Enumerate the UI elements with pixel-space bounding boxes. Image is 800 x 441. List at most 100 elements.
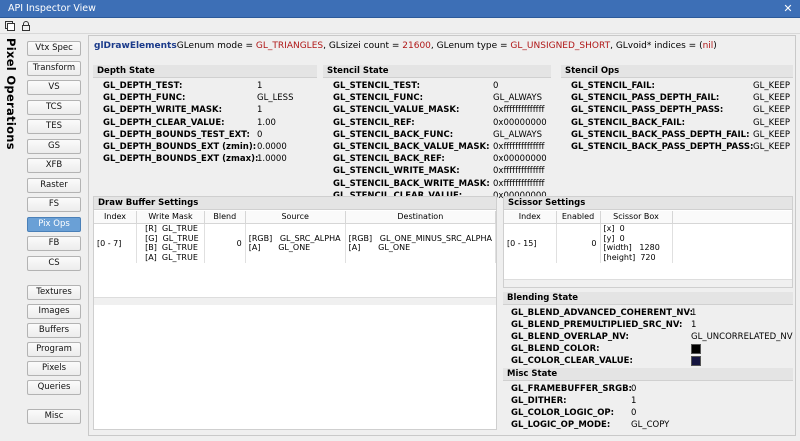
state-key: GL_LOGIC_OP_MODE: [511,420,611,430]
param-label: , GLvoid* indices = ( [610,41,703,51]
cell-index: [0 - 15] [504,223,557,263]
state-row: GL_DEPTH_BOUNDS_EXT (zmax): 1.0000 [93,153,317,165]
state-key: GL_COLOR_LOGIC_OP: [511,408,615,418]
state-key: GL_STENCIL_PASS_DEPTH_PASS: [571,105,724,116]
sidebar-button-fb[interactable]: FB [27,236,81,251]
sidebar-button-misc[interactable]: Misc [27,409,81,424]
sidebar-button-transform[interactable]: Transform [27,60,81,76]
state-value: 0 [631,384,637,394]
sidebar-button-gs[interactable]: GS [27,138,81,154]
column-header-write-mask[interactable]: Write Mask [136,211,205,224]
sidebar-button-vtx-spec[interactable]: Vtx Spec [27,41,81,56]
state-value: 1.0000 [257,154,287,165]
sidebar-button-fs[interactable]: FS [27,197,81,212]
state-key: GL_STENCIL_FAIL: [571,81,655,91]
state-row: GL_STENCIL_FAIL: GL_KEEP [561,80,793,92]
panel-title: Draw Buffer Settings [94,197,496,210]
call-function-name: glDrawElements [94,41,177,51]
draw-buffer-panel: Draw Buffer Settings Index Write Mask Blen… [93,196,497,430]
state-row: GL_STENCIL_PASS_DEPTH_FAIL: GL_KEEP [561,92,793,104]
state-key: GL_STENCIL_BACK_FAIL: [571,117,686,128]
column-header-index[interactable]: Index [94,211,138,224]
stencil-state-panel: Stencil State GL_STENCIL_TEST: 0 GL_STENCI… [323,65,551,201]
window-title: API Inspector View [8,3,96,14]
state-key: GL_FRAMEBUFFER_SRGB: [511,384,632,394]
state-row: GL_STENCIL_PASS_DEPTH_PASS: GL_KEEP [561,104,793,116]
state-key: GL_STENCIL_BACK_REF: [333,154,445,165]
draw-buffer-table: Index Write Mask Blend Source Destination [0… [94,211,497,263]
param-label: , GLenum type = [430,41,511,51]
column-header-scissor-box[interactable]: Scissor Box [600,211,673,224]
state-key: GL_BLEND_COLOR: [511,344,600,354]
param-label: ) [713,41,717,51]
state-value: 0xffffffffffffff [493,105,545,116]
close-icon[interactable]: ✕ [782,0,794,18]
state-key: GL_STENCIL_VALUE_MASK: [333,105,460,116]
state-value: GL_ALWAYS [493,129,543,140]
column-header-enabled[interactable]: Enabled [556,211,601,224]
param-value: GL_TRIANGLES [255,41,324,51]
state-key: GL_STENCIL_BACK_VALUE_MASK: [333,142,490,152]
state-value: GL_ALWAYS [493,93,543,104]
column-header-destination[interactable]: Destination [345,211,497,224]
blending-state-panel: Blending State GL_BLEND_ADVANCED_COHEREN… [503,292,793,366]
horizontal-scrollbar[interactable] [94,297,496,305]
table-row[interactable]: [0 - 15] 0 [x] 0 [y] 0 [width] 1280 [height… [504,223,792,263]
panel-title: Blending State [503,292,793,305]
state-value: GL_COPY [631,420,670,430]
param-value: GL_UNSIGNED_SHORT [510,41,611,51]
state-row: GL_STENCIL_BACK_FUNC: GL_ALWAYS [323,129,551,141]
state-value: 1 [691,308,697,318]
cell-line: [A] GL_ONE [248,243,311,253]
vertical-section-label: Pixel Operations [2,38,20,178]
table-row[interactable]: [0 - 7] [R] GL_TRUE [G] GL_TRUE [B] GL_TRU… [94,223,497,263]
sidebar-button-textures[interactable]: Textures [27,285,81,300]
state-key: GL_BLEND_OVERLAP_NV: [511,332,629,342]
column-header-filler [672,211,792,224]
sidebar-button-tes[interactable]: TES [27,119,81,134]
state-value: 0x00000000 [493,154,547,165]
state-row: GL_STENCIL_TEST: 0 [323,80,551,92]
cell-line: [R] GL_TRUE [145,224,198,234]
sidebar-button-xfb[interactable]: XFB [27,158,81,173]
section-label-text: Pixel Operations [4,38,18,150]
sidebar-button-raster[interactable]: Raster [27,177,81,193]
cell-line: [A] GL_TRUE [145,252,198,262]
state-row: GL_STENCIL_FUNC: GL_ALWAYS [323,92,551,104]
sidebar-button-pixels[interactable]: Pixels [27,361,81,376]
panel-title: Depth State [93,65,317,78]
sidebar-button-buffers[interactable]: Buffers [27,323,81,338]
lock-icon[interactable] [20,20,32,32]
sidebar-button-images[interactable]: Images [27,304,81,319]
sidebar-button-tcs[interactable]: TCS [27,99,81,115]
column-header-source[interactable]: Source [245,211,346,224]
panel-title: Misc State [503,368,793,381]
state-value: 1 [631,396,637,406]
state-row: GL_DEPTH_WRITE_MASK: 1 [93,104,317,116]
state-key: GL_STENCIL_REF: [333,117,415,128]
state-value: 0xffffffffffffff [493,178,545,189]
state-row: GL_DITHER: 1 [503,395,793,407]
state-value: GL_KEEP [753,142,791,152]
sidebar-button-cs[interactable]: CS [27,255,81,271]
scissor-panel: Scissor Settings Index Enabled Scissor Box… [503,196,793,288]
column-header-blend[interactable]: Blend [204,211,246,224]
sidebar-button-pix-ops[interactable]: Pix Ops [27,216,81,232]
column-header-index[interactable]: Index [504,211,557,224]
cell-source: [RGB] GL_SRC_ALPHA [A] GL_ONE [245,223,346,263]
window-titlebar: API Inspector View ✕ [0,0,800,18]
horizontal-scrollbar[interactable] [504,279,792,287]
copy-icon[interactable] [4,20,16,32]
depth-state-panel: Depth State GL_DEPTH_TEST: 1 GL_DEPTH_FUNC… [93,65,317,195]
state-row: GL_STENCIL_BACK_FAIL: GL_KEEP [561,117,793,129]
cell-blend: 0 [204,223,246,263]
cell-line: [A] GL_ONE [348,243,411,253]
sidebar-button-program[interactable]: Program [27,342,81,357]
panel-title: Stencil State [323,65,551,78]
state-row: GL_COLOR_CLEAR_VALUE: [503,355,793,367]
param-label: GLenum mode = [176,41,256,51]
sidebar-button-vs[interactable]: VS [27,80,81,95]
state-key: GL_STENCIL_BACK_PASS_DEPTH_FAIL: [571,129,750,140]
sidebar-button-queries[interactable]: Queries [27,380,81,395]
state-row: GL_STENCIL_BACK_REF: 0x00000000 [323,153,551,165]
